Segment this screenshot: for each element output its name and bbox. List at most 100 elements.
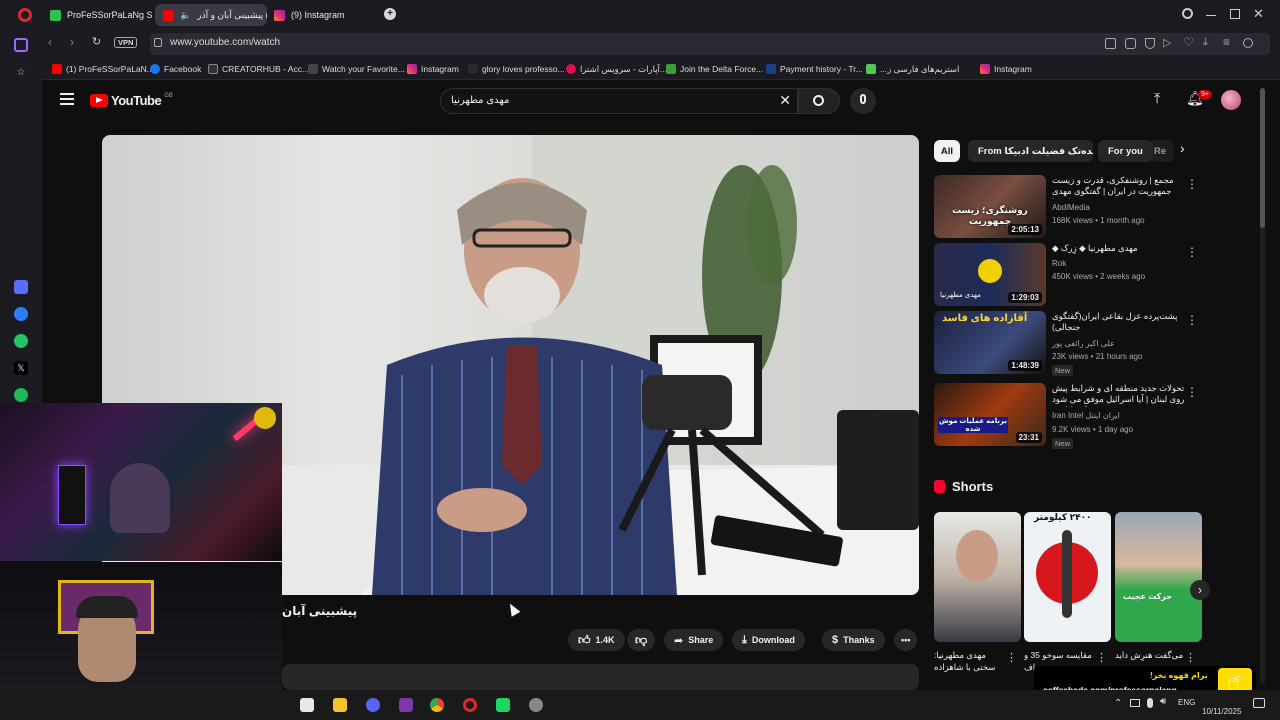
bookmark-item[interactable]: استریم‌های فارسی ز...	[866, 62, 959, 76]
menu-icon[interactable]: ≡	[1223, 35, 1230, 49]
opera-logo-icon[interactable]	[18, 8, 32, 22]
opera-icon[interactable]	[463, 698, 477, 712]
chip-for-you[interactable]: For you	[1098, 140, 1153, 162]
more-actions-button[interactable]: •••	[894, 629, 918, 651]
short-kebab-icon[interactable]: ⋮	[1096, 651, 1107, 664]
folder-icon[interactable]	[333, 698, 347, 712]
channel-name[interactable]: AbdiMedia	[1052, 203, 1090, 212]
download-button[interactable]: ⤓ Download	[732, 629, 805, 651]
url-field[interactable]: VPN www.youtube.com/watch ▷ ♡ ⤓ ≡	[114, 33, 1270, 55]
kebab-menu-icon[interactable]: ⋮	[1186, 313, 1198, 327]
video-title[interactable]: مجمع | روشنفکری، قدرت و زیست جمهوریت در …	[1052, 175, 1187, 199]
channel-name[interactable]: علی اکبر رائفی پور	[1052, 339, 1115, 348]
kebab-menu-icon[interactable]: ⋮	[1186, 177, 1198, 191]
x-icon[interactable]: 𝕏	[14, 361, 28, 375]
aria-icon[interactable]	[14, 280, 28, 294]
tab-youtube-active[interactable]: 🔈 (32) پیشبینی آبان و آذر	[155, 4, 267, 26]
minimize-icon[interactable]	[1206, 15, 1216, 16]
network-icon[interactable]	[1130, 699, 1140, 707]
volume-icon[interactable]: 🔊︎	[1160, 696, 1166, 707]
bookmark-item[interactable]: Instagram	[407, 62, 459, 76]
create-upload-icon[interactable]: ⤒	[1154, 90, 1160, 107]
tab-stream[interactable]: ProFeSSorPaLaNg Stream	[42, 4, 152, 26]
short-video[interactable]	[934, 512, 1021, 642]
bookmark-item[interactable]: CREATORHUB - Acc...	[208, 62, 309, 76]
profile-icon[interactable]	[1243, 38, 1253, 48]
star-icon[interactable]: ☆	[14, 66, 28, 80]
short-kebab-icon[interactable]: ⋮	[1006, 651, 1017, 664]
channel-name[interactable]: Iran Intel ایران اینتل	[1052, 411, 1120, 420]
bookmark-item[interactable]: Facebook	[150, 62, 201, 76]
voice-search-button[interactable]	[850, 88, 876, 114]
clock-date[interactable]: 10/11/2025	[1202, 707, 1241, 716]
chips-next-icon[interactable]: ›	[1180, 140, 1185, 156]
maximize-icon[interactable]	[1230, 9, 1240, 19]
reload-icon[interactable]: ↻	[92, 35, 101, 48]
dislike-button[interactable]: 👎︎	[627, 629, 656, 651]
search-input[interactable]: مهدی مطهرنیا ✕	[440, 88, 798, 114]
mic-tray-icon[interactable]	[1147, 698, 1153, 708]
tab-search-icon[interactable]	[1182, 8, 1193, 19]
video-thumbnail[interactable]: مهدی مطهرنیا 1:29:03	[934, 243, 1046, 306]
shorts-next-button[interactable]: ›	[1190, 580, 1210, 600]
notification-center-icon[interactable]	[1253, 698, 1265, 708]
shield-icon[interactable]	[1145, 38, 1155, 49]
hamburger-menu-icon[interactable]	[60, 93, 74, 105]
chip-all[interactable]: All	[934, 140, 960, 162]
bookmark-item[interactable]: آپارات - سرویس اشترا...	[566, 62, 667, 76]
short-title[interactable]: مهدی مطهرنیا: سختی با شاهزاده	[934, 649, 1009, 673]
video-title[interactable]: پشت‌پرده عزل بقاعی ایران(گفتگوی جنجالی)	[1052, 311, 1187, 333]
file-icon[interactable]	[300, 698, 314, 712]
related-video[interactable]: برنامه عملیات موش شده 23:31 تحولات جدید …	[934, 383, 1204, 449]
bookmark-item[interactable]: Watch your Favorite...	[308, 62, 405, 76]
clear-search-icon[interactable]: ✕	[779, 92, 791, 109]
messenger-icon[interactable]	[14, 307, 28, 321]
back-icon[interactable]: ‹	[48, 35, 52, 49]
short-kebab-icon[interactable]: ⋮	[1185, 651, 1196, 664]
download-icon[interactable]: ⤓	[1203, 36, 1208, 49]
bookmark-item[interactable]: (1) ProFeSSorPaLaN...	[52, 62, 154, 76]
thanks-button[interactable]: $ Thanks	[822, 629, 885, 651]
related-video[interactable]: مهدی مطهرنیا 1:29:03 مهدی مطهرنیا ◆ زِرک…	[934, 243, 1204, 307]
related-video[interactable]: روشنگری؛ زیست جمهوریت 2:05:13 مجمع | روش…	[934, 175, 1204, 239]
channel-name[interactable]: Rok	[1052, 259, 1066, 268]
kebab-menu-icon[interactable]: ⋮	[1186, 385, 1198, 399]
avatar[interactable]	[1221, 90, 1241, 110]
short-title[interactable]: می‌گفت هنرِش داید	[1115, 649, 1190, 661]
short-video[interactable]: ۲۴۰۰ کیلومتر	[1024, 512, 1111, 642]
scrollbar-thumb[interactable]	[1260, 88, 1265, 228]
forward-icon[interactable]: ›	[70, 35, 74, 49]
play-icon[interactable]: ▷	[1163, 36, 1171, 49]
app-grey-icon[interactable]	[529, 698, 543, 712]
video-thumbnail[interactable]: روشنگری؛ زیست جمهوریت 2:05:13	[934, 175, 1046, 238]
video-thumbnail[interactable]: آقازاده های فاسد 1:48:39	[934, 311, 1046, 374]
short-video[interactable]: حرکت عجیب	[1115, 512, 1202, 642]
chip-recent[interactable]: Re	[1150, 140, 1174, 162]
search-button[interactable]	[798, 88, 840, 114]
spotify-icon[interactable]	[14, 388, 28, 402]
video-title[interactable]: مهدی مطهرنیا ◆ زِرک ◆	[1052, 243, 1187, 254]
bookmark-item[interactable]: Instagram	[980, 62, 1032, 76]
page-scrollbar[interactable]	[1260, 88, 1265, 684]
video-thumbnail[interactable]: برنامه عملیات موش شده 23:31	[934, 383, 1046, 446]
video-title[interactable]: تحولات جدید منطقه ای و شرایط پیش روی لبن…	[1052, 383, 1187, 407]
heart-icon[interactable]: ♡	[1183, 35, 1194, 49]
tray-up-arrow-icon[interactable]: ⌃	[1114, 698, 1122, 709]
page-tools-icon[interactable]	[1105, 38, 1116, 49]
description-box[interactable]	[282, 664, 919, 690]
vpn-badge[interactable]: VPN	[114, 37, 138, 48]
app-icon[interactable]	[399, 698, 413, 712]
kebab-menu-icon[interactable]: ⋮	[1186, 245, 1198, 259]
bookmark-item[interactable]: glory loves professo...	[468, 62, 565, 76]
speaker-icon[interactable]: 🔈	[180, 10, 191, 21]
bookmark-item[interactable]: Join the Delta Force...	[666, 62, 763, 76]
share-button[interactable]: ➦ Share	[664, 629, 724, 651]
app-green-icon[interactable]	[496, 698, 510, 712]
chip-from-channel[interactable]: From مدرسه ‌ایده‌تک‌ ‌فضیلت ‌ادبیکا	[968, 140, 1093, 162]
youtube-logo[interactable]: YouTube GB	[90, 93, 173, 108]
camera-icon[interactable]	[1125, 38, 1136, 49]
bookmark-item[interactable]: Payment history - Tr...	[766, 62, 863, 76]
close-window-icon[interactable]: ✕	[1253, 6, 1264, 22]
language-indicator[interactable]: ENG	[1178, 698, 1195, 707]
discord-icon[interactable]	[366, 698, 380, 712]
